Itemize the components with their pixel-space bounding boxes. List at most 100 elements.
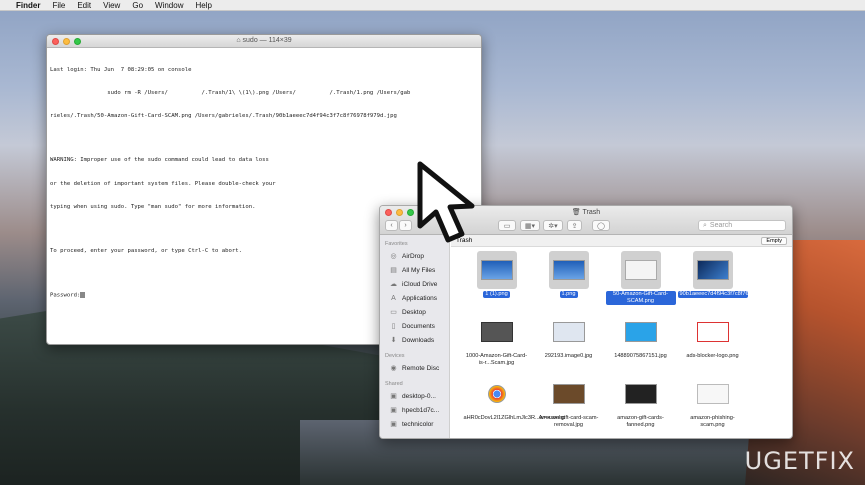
file-thumbnail [621,313,661,351]
search-input[interactable]: ⌕ Search [698,220,786,231]
file-item[interactable]: amazon-phishing-scam.png [677,373,748,435]
computer-icon: ▣ [390,393,397,400]
file-item[interactable]: 1000-Amazon-Gift-Card-is-r...Scam.jpg [461,311,532,373]
file-item[interactable]: 90b1aeeec7d4f94c3f7c8f76...f979d.jpg [677,249,776,311]
arrange-icon[interactable]: ▦▾ [520,220,540,231]
action-gear-icon[interactable]: ✲▾ [543,220,563,231]
text-cursor [80,292,86,299]
file-name: ads-blocker-logo.png [686,353,739,359]
file-preview-icon [552,322,585,342]
file-thumbnail [620,251,661,289]
menu-edit[interactable]: Edit [77,1,91,10]
file-item[interactable]: aHR0cDovL2l1ZGlhLmJlc3R...w==.webp [461,373,566,435]
file-thumbnail [549,313,589,351]
sidebar-item-remote-disc[interactable]: ◉ Remote Disc [380,361,449,375]
finder-content: Trash Empty 1 (1).png 1.png 50-Amazon-Gift… [451,235,792,438]
file-grid: 1 (1).png 1.png 50-Amazon-Gift-Card-SCAM.p… [453,249,792,438]
file-thumbnail [693,313,733,351]
finder-sidebar: Favorites ◎ AirDrop ▤ All My Files ☁ iCloud… [380,235,450,438]
downloads-icon: ⬇ [390,337,397,344]
file-name: 14889075867151.jpg [614,353,667,359]
file-preview-icon [696,322,729,342]
sidebar-shared-heading: Shared [385,381,403,387]
disc-icon: ◉ [390,365,397,372]
sidebar-devices-heading: Devices [385,353,405,359]
terminal-title: ⌂ sudo — 114×39 [236,37,292,44]
file-preview-icon [552,260,585,280]
file-name: amazon-phishing-scam.png [690,415,735,428]
file-item[interactable]: 1 (1).png [461,249,532,311]
app-menu-finder[interactable]: Finder [16,1,40,10]
sidebar-item-airdrop[interactable]: ◎ AirDrop [380,249,449,263]
sidebar-item-desktop[interactable]: ▭ Desktop [380,305,449,319]
tags-icon[interactable]: ◯ [592,220,610,231]
file-preview-icon [552,384,585,404]
file-item[interactable]: amazon-gift-cards-fanned.png [605,373,676,435]
file-item[interactable]: 14889075867151.jpg [605,311,676,373]
share-icon[interactable]: ⇪ [567,220,582,231]
forward-button[interactable]: › [399,220,412,231]
file-preview-icon [624,384,657,404]
sidebar-item-shared[interactable]: ▣ desktop-0... [380,389,449,403]
file-item[interactable]: ads-blocker-logo.png [677,311,748,373]
file-name: 292193.image0.jpg [544,353,593,359]
empty-trash-button[interactable]: Empty [761,236,787,245]
sidebar-item-shared[interactable]: ▣ hpecb1d7c... [380,403,449,417]
file-preview-icon [480,260,513,280]
applications-icon: A [391,294,396,302]
file-thumbnail [692,251,733,289]
file-preview-icon [480,322,513,342]
file-name: Amazon-gift-card-scam-removal.jpg [538,415,599,428]
terminal-titlebar[interactable]: ⌂ sudo — 114×39 [47,35,481,48]
search-icon: ⌕ [703,221,707,229]
documents-icon: ▯ [391,323,396,330]
terminal-line: rieles/.Trash/50-Amazon-Gift-Card-SCAM.p… [50,113,397,120]
menu-go[interactable]: Go [132,1,143,10]
file-name: aHR0cDovL2l1ZGlhLmJlc3R...w==.webp [463,415,566,421]
file-preview-icon [624,260,657,280]
file-preview-icon [624,322,657,342]
file-thumbnail [477,375,517,413]
terminal-line: sudo rm -R /Users/ /.Trash/1\ \(1\).png … [50,89,411,96]
computer-icon: ▣ [390,421,397,428]
back-button[interactable]: ‹ [385,220,398,231]
file-thumbnail [693,375,733,413]
file-thumbnail [477,313,517,351]
file-thumbnail [548,251,589,289]
menu-window[interactable]: Window [155,1,183,10]
sidebar-item-all-my-files[interactable]: ▤ All My Files [380,263,449,277]
desktop-icon: ▭ [390,309,397,316]
menu-help[interactable]: Help [195,1,211,10]
file-name: 50-Amazon-Gift-Card-SCAM.png [605,291,676,305]
file-thumbnail [476,251,517,289]
trash-icon: 🗑 [571,209,583,216]
file-preview-icon [696,260,729,280]
file-preview-icon [696,384,729,404]
menu-view[interactable]: View [103,1,120,10]
computer-icon: ▣ [390,407,397,414]
cloud-icon: ☁ [390,281,397,288]
sidebar-item-shared[interactable]: ▣ technicolor [380,417,449,431]
file-thumbnail [621,375,661,413]
sidebar-item-downloads[interactable]: ⬇ Downloads [380,333,449,347]
pointer-cursor-icon [417,161,475,243]
sidebar-item-documents[interactable]: ▯ Documents [380,319,449,333]
airdrop-icon: ◎ [390,253,397,260]
menu-bar: Finder File Edit View Go Window Help [0,0,865,11]
file-preview-icon [487,385,506,403]
file-item[interactable]: 50-Amazon-Gift-Card-SCAM.png [605,249,676,311]
terminal-line: Last login: Thu Jun 7 08:29:05 on consol… [50,66,192,73]
file-name: 1 (1).png [483,291,510,298]
file-item[interactable]: 292193.image0.jpg [533,311,604,373]
file-name: amazon-gift-cards-fanned.png [617,415,664,428]
watermark-logo: UGETFIX [744,447,855,475]
all-files-icon: ▤ [390,267,397,274]
file-item[interactable]: 1.png [533,249,604,311]
file-name: 1.png [559,291,578,298]
menu-file[interactable]: File [52,1,65,10]
file-thumbnail [549,375,589,413]
sidebar-item-icloud[interactable]: ☁ iCloud Drive [380,277,449,291]
file-name: 1000-Amazon-Gift-Card-is-r...Scam.jpg [465,353,528,366]
sidebar-item-applications[interactable]: A Applications [380,291,449,305]
file-item[interactable]: Amazon-gift-card-scam-removal.jpg [533,373,604,435]
